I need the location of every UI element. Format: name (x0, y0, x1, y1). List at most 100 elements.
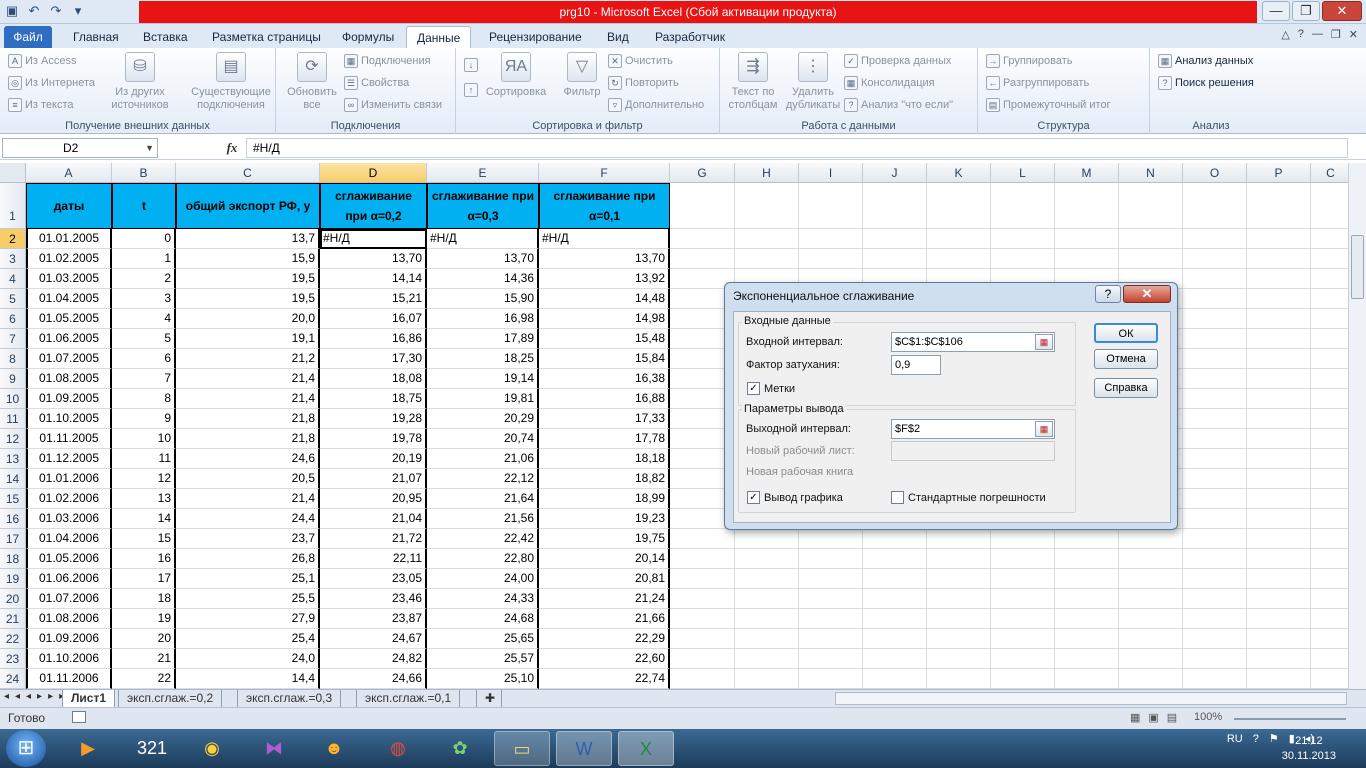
empty-cell[interactable] (1055, 649, 1119, 669)
sheet-tab[interactable]: эксп.сглаж.=0,2 (118, 690, 223, 707)
header-cell-f[interactable]: сглаживание при α=0,1 (539, 183, 670, 229)
tab-file[interactable]: Файл (4, 26, 52, 48)
empty-cell[interactable] (1119, 649, 1183, 669)
data-cell-f[interactable]: 13,70 (539, 249, 670, 269)
data-cell-b[interactable]: 18 (112, 589, 176, 609)
data-cell-e[interactable]: 19,14 (427, 369, 539, 389)
visual-studio-icon[interactable]: ⧓ (246, 731, 302, 766)
reapply-button[interactable]: ↻ Повторить (608, 76, 679, 90)
data-cell-a[interactable]: 01.04.2005 (26, 289, 112, 309)
other-sources-button[interactable]: ⛁ Из других источников (102, 52, 178, 112)
column-header[interactable]: L (991, 163, 1055, 183)
empty-cell[interactable] (799, 609, 863, 629)
ungroup-button[interactable]: ← Разгруппировать (986, 76, 1089, 90)
empty-cell[interactable] (735, 669, 799, 689)
data-cell-c[interactable]: 21,8 (176, 409, 320, 429)
data-cell-c[interactable]: 13,7 (176, 229, 320, 249)
data-cell-d[interactable]: 19,78 (320, 429, 427, 449)
data-cell-f[interactable]: 18,99 (539, 489, 670, 509)
empty-cell[interactable] (735, 249, 799, 269)
column-header[interactable]: I (799, 163, 863, 183)
empty-cell[interactable] (1247, 549, 1311, 569)
help-icon[interactable]: ? (1298, 28, 1304, 41)
data-cell-b[interactable]: 7 (112, 369, 176, 389)
damping-field[interactable]: 0,9 (891, 355, 941, 375)
empty-cell[interactable] (735, 549, 799, 569)
from-text-button[interactable]: ≡ Из текста (8, 98, 74, 112)
data-cell-b[interactable]: 19 (112, 609, 176, 629)
data-cell-e[interactable]: 18,25 (427, 349, 539, 369)
empty-cell[interactable] (799, 549, 863, 569)
empty-cell[interactable] (1247, 609, 1311, 629)
empty-cell[interactable] (1183, 629, 1247, 649)
data-cell-d[interactable]: 19,28 (320, 409, 427, 429)
empty-cell[interactable] (1183, 309, 1247, 329)
row-header[interactable]: 12 (0, 429, 26, 449)
empty-cell[interactable] (991, 609, 1055, 629)
data-cell-a[interactable]: 01.10.2006 (26, 649, 112, 669)
empty-cell[interactable] (1183, 289, 1247, 309)
empty-cell[interactable] (863, 629, 927, 649)
data-cell-e[interactable]: 14,36 (427, 269, 539, 289)
empty-cell[interactable] (1055, 589, 1119, 609)
empty-cell[interactable] (1247, 509, 1311, 529)
data-cell-b[interactable]: 1 (112, 249, 176, 269)
data-cell-c[interactable]: 24,4 (176, 509, 320, 529)
data-cell-e[interactable]: 24,33 (427, 589, 539, 609)
empty-cell[interactable] (1311, 329, 1348, 349)
help-tray-icon[interactable]: ? (1253, 733, 1259, 745)
empty-cell[interactable] (1055, 229, 1119, 249)
data-cell-e[interactable]: 24,68 (427, 609, 539, 629)
empty-cell[interactable] (1311, 183, 1348, 229)
game-icon[interactable]: ☻ (306, 731, 362, 766)
macro-record-icon[interactable] (72, 711, 86, 723)
empty-cell[interactable] (1311, 589, 1348, 609)
from-access-button[interactable]: A Из Access (8, 54, 76, 68)
empty-cell[interactable] (1311, 489, 1348, 509)
empty-cell[interactable] (1183, 369, 1247, 389)
data-cell-b[interactable]: 11 (112, 449, 176, 469)
input-range-field[interactable]: $C$1:$C$106 ▦ (891, 332, 1055, 352)
data-cell-d[interactable]: 17,30 (320, 349, 427, 369)
empty-cell[interactable] (1247, 429, 1311, 449)
data-cell-c[interactable]: 21,4 (176, 489, 320, 509)
data-cell-f[interactable]: 21,24 (539, 589, 670, 609)
empty-cell[interactable] (670, 669, 735, 689)
data-cell-e[interactable]: 22,42 (427, 529, 539, 549)
data-cell-d[interactable]: 21,04 (320, 509, 427, 529)
empty-cell[interactable] (1055, 183, 1119, 229)
empty-cell[interactable] (799, 249, 863, 269)
empty-cell[interactable] (670, 609, 735, 629)
empty-cell[interactable] (927, 183, 991, 229)
data-cell-e[interactable]: 25,65 (427, 629, 539, 649)
empty-cell[interactable] (991, 569, 1055, 589)
data-cell-a[interactable]: 01.11.2006 (26, 669, 112, 689)
empty-cell[interactable] (1183, 669, 1247, 689)
chrome-icon[interactable]: ◍ (370, 731, 426, 766)
data-validation-button[interactable]: ✓ Проверка данных (844, 54, 951, 68)
doc-minimize-icon[interactable]: — (1312, 28, 1323, 41)
row-header[interactable]: 14 (0, 469, 26, 489)
solver-button[interactable]: ? Поиск решения (1158, 76, 1254, 90)
data-cell-d[interactable]: 20,19 (320, 449, 427, 469)
data-cell-f[interactable]: 18,82 (539, 469, 670, 489)
data-cell-d[interactable]: 23,05 (320, 569, 427, 589)
row-header[interactable]: 15 (0, 489, 26, 509)
row-header[interactable]: 6 (0, 309, 26, 329)
empty-cell[interactable] (1183, 389, 1247, 409)
row-header[interactable]: 20 (0, 589, 26, 609)
empty-cell[interactable] (991, 649, 1055, 669)
empty-cell[interactable] (1311, 629, 1348, 649)
media-center-icon[interactable]: ◉ (184, 731, 240, 766)
tab-formulas[interactable]: Формулы (332, 26, 404, 48)
empty-cell[interactable] (1247, 529, 1311, 549)
data-cell-f[interactable]: 19,23 (539, 509, 670, 529)
column-header[interactable]: G (670, 163, 735, 183)
empty-cell[interactable] (670, 649, 735, 669)
empty-cell[interactable] (1311, 429, 1348, 449)
help-button[interactable]: Справка (1094, 378, 1158, 398)
data-cell-c[interactable]: 24,6 (176, 449, 320, 469)
save-icon[interactable]: ▣ (4, 3, 20, 19)
data-analysis-button[interactable]: ▦ Анализ данных (1158, 54, 1253, 68)
empty-cell[interactable] (1247, 309, 1311, 329)
